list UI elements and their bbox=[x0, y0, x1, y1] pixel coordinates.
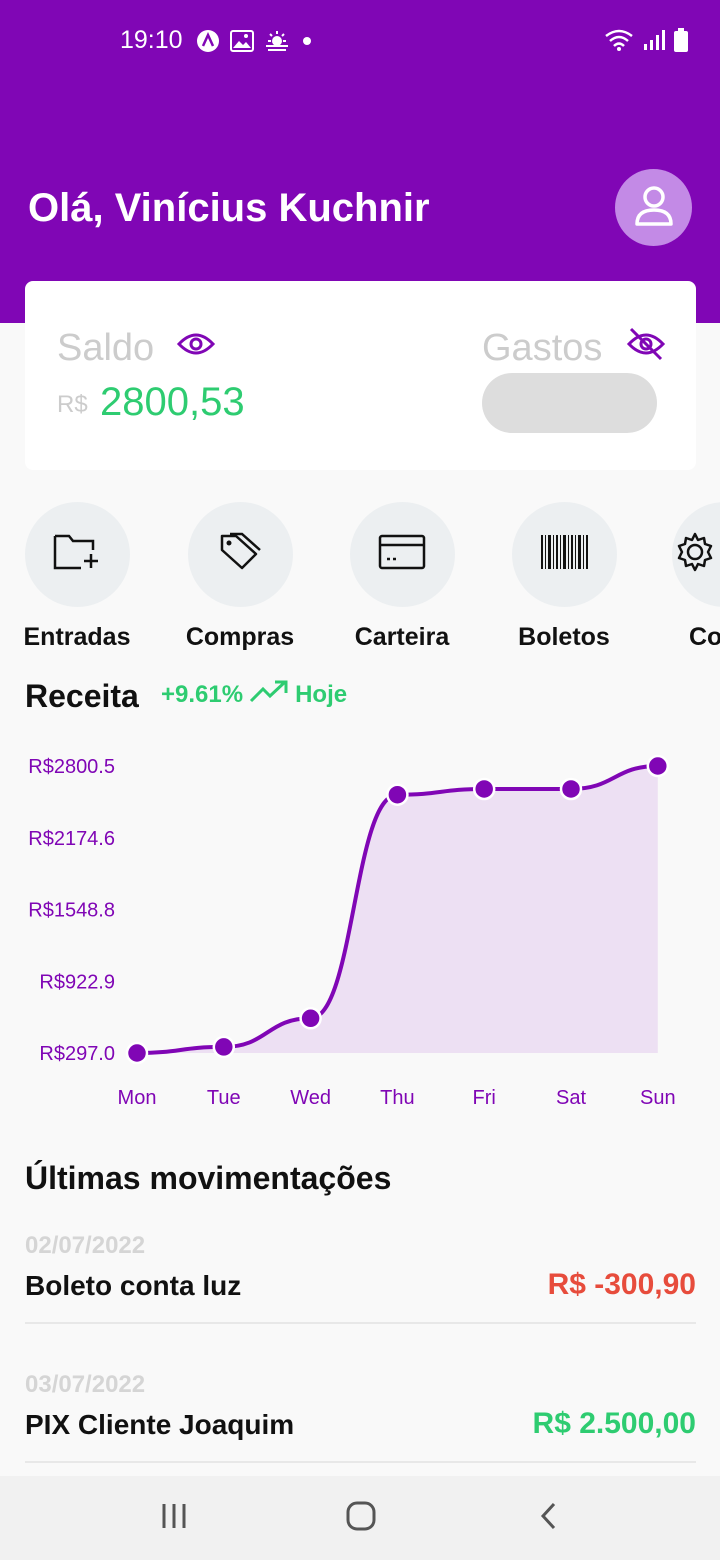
receita-change: +9.61% Hoje bbox=[161, 679, 347, 710]
shortcut-circle bbox=[187, 502, 293, 607]
gear-icon bbox=[673, 530, 717, 579]
credit-card-icon bbox=[378, 534, 426, 575]
chart-y-tick-label: R$2800.5 bbox=[28, 756, 115, 778]
dot-icon bbox=[300, 34, 314, 53]
home-button[interactable] bbox=[311, 1476, 411, 1560]
movements-title: Últimas movimentações bbox=[25, 1160, 392, 1196]
shortcut-carteira[interactable]: Carteira bbox=[322, 502, 482, 652]
wifi-icon bbox=[604, 28, 634, 57]
receita-title: Receita bbox=[25, 678, 139, 714]
back-icon bbox=[538, 1501, 560, 1536]
battery-icon bbox=[674, 28, 688, 57]
chart-point bbox=[299, 1007, 322, 1030]
chart-x-tick-label: Tue bbox=[207, 1087, 241, 1109]
shortcut-entradas[interactable]: Entradas bbox=[0, 502, 157, 652]
movement-description: Boleto conta luz bbox=[25, 1270, 242, 1301]
signal-icon bbox=[642, 29, 666, 56]
chart-x-tick-label: Thu bbox=[380, 1087, 414, 1109]
movement-amount: R$ -300,90 bbox=[547, 1268, 696, 1301]
chart-point bbox=[125, 1041, 149, 1065]
chart-y-tick-label: R$922.9 bbox=[39, 971, 115, 993]
movement-item[interactable]: 02/07/2022 Boleto conta luz R$ -300,90 bbox=[25, 1232, 696, 1324]
chart-area-fill bbox=[137, 766, 658, 1053]
status-time: 19:10 bbox=[120, 26, 183, 54]
recents-icon bbox=[159, 1502, 189, 1535]
saldo-label: Saldo bbox=[57, 327, 155, 369]
balance-card: Saldo R$ 2800,53 Gastos bbox=[25, 281, 696, 470]
shortcut-circle bbox=[24, 502, 130, 607]
folder-plus-icon bbox=[53, 532, 101, 577]
shortcut-config[interactable]: Co bbox=[646, 502, 720, 652]
chart-x-tick-label: Fri bbox=[473, 1087, 496, 1109]
shortcut-compras[interactable]: Compras bbox=[160, 502, 320, 652]
movement-amount: R$ 2.500,00 bbox=[532, 1407, 696, 1440]
weather-icon bbox=[264, 30, 290, 57]
eye-off-icon[interactable] bbox=[626, 327, 666, 366]
anydesk-icon bbox=[196, 29, 220, 58]
gastos-label: Gastos bbox=[482, 327, 603, 369]
chart-y-tick-label: R$1548.8 bbox=[28, 900, 115, 922]
chart-y-tick-label: R$2174.6 bbox=[28, 828, 115, 850]
chart-point bbox=[386, 783, 409, 806]
shortcut-label: Entradas bbox=[23, 623, 131, 651]
user-icon bbox=[632, 183, 676, 232]
receita-chart: R$2800.5 R$2174.6 R$1548.8 R$922.9 R$297.0Mo… bbox=[28, 754, 676, 1109]
greeting-title: Olá, Vinícius Kuchnir bbox=[28, 186, 430, 230]
chart-point bbox=[472, 777, 496, 801]
shortcut-boletos[interactable]: Boletos bbox=[484, 502, 644, 652]
chart-x-tick-label: Sat bbox=[556, 1087, 586, 1109]
saldo-value: 2800,53 bbox=[100, 380, 245, 424]
chart-x-tick-label: Sun bbox=[640, 1087, 676, 1109]
shortcut-label: Compras bbox=[185, 623, 295, 651]
home-icon bbox=[345, 1500, 377, 1537]
eye-icon[interactable] bbox=[176, 329, 216, 364]
receita-period: Hoje bbox=[295, 680, 348, 708]
shortcut-circle bbox=[672, 502, 720, 607]
shortcut-circle bbox=[511, 502, 617, 607]
chart-point bbox=[212, 1035, 236, 1059]
recents-button[interactable] bbox=[124, 1476, 224, 1560]
status-bar: 19:10 bbox=[0, 0, 720, 84]
avatar-button[interactable] bbox=[615, 169, 692, 246]
chart-point bbox=[559, 777, 583, 801]
shortcut-circle bbox=[349, 502, 455, 607]
movement-description: PIX Cliente Joaquim bbox=[25, 1409, 295, 1440]
shortcut-label: Carteira bbox=[354, 623, 450, 651]
shortcut-label: Co bbox=[689, 623, 720, 651]
movement-date: 02/07/2022 bbox=[25, 1232, 146, 1259]
tag-icon bbox=[218, 532, 262, 577]
chart-point bbox=[646, 754, 670, 778]
navigation-bar bbox=[0, 1476, 720, 1560]
movement-date: 03/07/2022 bbox=[25, 1371, 146, 1398]
chart-x-tick-label: Mon bbox=[118, 1087, 157, 1109]
chart-x-tick-label: Wed bbox=[290, 1087, 331, 1109]
back-button[interactable] bbox=[499, 1476, 599, 1560]
shortcut-label: Boletos bbox=[518, 623, 610, 651]
movement-item[interactable]: 03/07/2022 PIX Cliente Joaquim R$ 2.500,… bbox=[25, 1371, 696, 1463]
gastos-hidden-value bbox=[482, 373, 657, 433]
chart-y-tick-label: R$297.0 bbox=[39, 1043, 115, 1065]
barcode-icon bbox=[540, 534, 588, 575]
saldo-currency: R$ bbox=[57, 391, 88, 418]
gallery-icon bbox=[230, 30, 254, 57]
trending-up-icon bbox=[249, 679, 289, 710]
receita-change-value: +9.61% bbox=[161, 680, 244, 708]
